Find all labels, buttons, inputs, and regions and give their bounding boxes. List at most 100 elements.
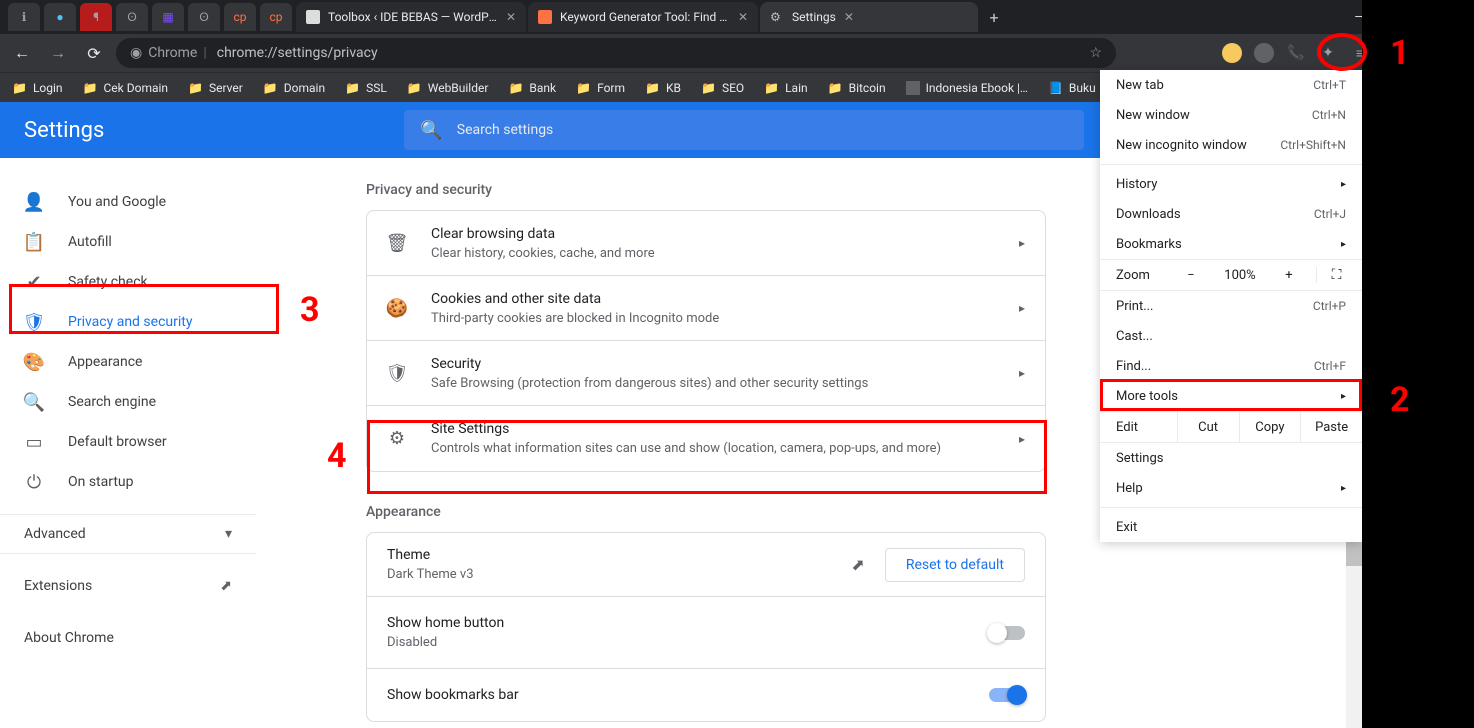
home-button-toggle[interactable] xyxy=(989,626,1025,640)
menu-cut[interactable]: Cut xyxy=(1178,412,1240,442)
browser-tab-active[interactable]: ⚙ Settings ✕ xyxy=(760,2,978,32)
sidebar-item-appearance[interactable]: 🎨Appearance xyxy=(0,342,256,382)
chevron-right-icon: ▸ xyxy=(1341,239,1346,250)
menu-new-tab[interactable]: New tabCtrl+T xyxy=(1100,70,1362,100)
extension-ghostery-icon[interactable] xyxy=(1254,43,1274,63)
bookmarks-bar-toggle[interactable] xyxy=(989,688,1025,702)
menu-history[interactable]: History▸ xyxy=(1100,169,1362,199)
row-security[interactable]: 🛡 SecuritySafe Browsing (protection from… xyxy=(367,341,1045,406)
menu-find[interactable]: Find...Ctrl+F xyxy=(1100,351,1362,381)
chevron-right-icon: ▸ xyxy=(1019,366,1025,380)
favicon xyxy=(538,10,552,24)
row-cookies[interactable]: 🍪 Cookies and other site dataThird-party… xyxy=(367,276,1045,341)
folder-icon: 📁 xyxy=(645,81,660,95)
browser-icon: ▭ xyxy=(24,432,44,453)
bookmark-item[interactable]: 📁WebBuilder xyxy=(407,81,489,95)
pinned-tab[interactable]: ℹ xyxy=(8,3,40,31)
close-icon[interactable]: ✕ xyxy=(844,10,854,24)
sidebar-extensions[interactable]: Extensions⬈ xyxy=(0,566,256,606)
fullscreen-button[interactable]: ⛶ xyxy=(1316,267,1346,283)
row-home-button[interactable]: Show home buttonDisabled xyxy=(367,597,1045,669)
sidebar-item-safety[interactable]: ✔Safety check xyxy=(0,262,256,302)
sidebar-item-default-browser[interactable]: ▭Default browser xyxy=(0,422,256,462)
menu-exit[interactable]: Exit xyxy=(1100,512,1362,542)
forward-button[interactable]: → xyxy=(44,39,72,67)
sidebar-item-search-engine[interactable]: 🔍Search engine xyxy=(0,382,256,422)
bookmark-item[interactable]: 📁SEO xyxy=(701,81,744,95)
menu-copy[interactable]: Copy xyxy=(1240,412,1302,442)
close-icon[interactable]: ✕ xyxy=(738,10,748,24)
pinned-tab[interactable]: ● xyxy=(44,3,76,31)
row-clear-browsing[interactable]: 🗑 Clear browsing dataClear history, cook… xyxy=(367,211,1045,276)
cookie-icon: 🍪 xyxy=(387,298,407,319)
page-icon xyxy=(906,81,920,95)
search-settings-input[interactable] xyxy=(457,122,1069,138)
menu-bookmarks[interactable]: Bookmarks▸ xyxy=(1100,229,1362,259)
menu-new-window[interactable]: New windowCtrl+N xyxy=(1100,100,1362,130)
browser-tab[interactable]: Toolbox ‹ IDE BEBAS — WordPre ✕ xyxy=(296,2,526,32)
sidebar-item-autofill[interactable]: 📋Autofill xyxy=(0,222,256,262)
bookmark-item[interactable]: Indonesia Ebook |… xyxy=(906,81,1028,95)
reload-button[interactable]: ⟳ xyxy=(80,39,108,67)
sidebar-item-you-google[interactable]: 👤You and Google xyxy=(0,182,256,222)
sidebar-about[interactable]: About Chrome xyxy=(0,618,256,658)
bookmark-item[interactable]: 📁SSL xyxy=(345,81,387,95)
back-button[interactable]: ← xyxy=(8,39,36,67)
zoom-out-button[interactable]: − xyxy=(1176,268,1206,283)
search-settings-box[interactable]: 🔍 xyxy=(404,110,1084,150)
pinned-tab[interactable]: ʘ xyxy=(188,3,220,31)
new-tab-button[interactable]: + xyxy=(980,3,1008,31)
bookmark-item[interactable]: 📁Server xyxy=(188,81,243,95)
row-site-settings[interactable]: ⚙ Site SettingsControls what information… xyxy=(367,406,1045,471)
folder-icon: 📁 xyxy=(12,81,27,95)
extension-puzzle-icon[interactable]: ✦ xyxy=(1318,43,1338,63)
zoom-in-button[interactable]: + xyxy=(1274,268,1304,283)
favicon xyxy=(306,10,320,24)
bookmark-item[interactable]: 📁Lain xyxy=(764,81,808,95)
shield-icon: 🛡 xyxy=(24,312,44,333)
external-link-icon[interactable]: ⬈ xyxy=(851,555,864,574)
extension-phone-icon[interactable]: 📞 xyxy=(1286,43,1306,63)
menu-help[interactable]: Help▸ xyxy=(1100,473,1362,503)
pinned-tab[interactable]: ʘ xyxy=(116,3,148,31)
bookmark-item[interactable]: 📘Buku xyxy=(1048,81,1096,95)
bookmark-item[interactable]: 📁Domain xyxy=(263,81,325,95)
row-bookmarks-bar[interactable]: Show bookmarks bar xyxy=(367,669,1045,721)
sidebar-advanced[interactable]: Advanced▾ xyxy=(0,514,256,554)
search-icon: 🔍 xyxy=(24,392,44,413)
pinned-tab[interactable]: ¶ xyxy=(80,3,112,31)
bookmark-item[interactable]: 📁Form xyxy=(576,81,625,95)
sidebar-item-startup[interactable]: ⏻On startup xyxy=(0,462,256,502)
sidebar-item-privacy[interactable]: 🛡Privacy and security xyxy=(0,302,256,342)
row-theme[interactable]: ThemeDark Theme v3 ⬈ Reset to default xyxy=(367,533,1045,597)
section-title-appearance: Appearance xyxy=(366,504,1046,520)
address-bar[interactable]: ◉Chrome| chrome://settings/privacy ☆ xyxy=(116,38,1116,68)
menu-more-tools[interactable]: More tools▸ xyxy=(1100,381,1362,411)
pinned-tab[interactable]: ▦ xyxy=(152,3,184,31)
safety-check-icon: ✔ xyxy=(24,272,44,293)
menu-cast[interactable]: Cast... xyxy=(1100,321,1362,351)
pinned-tab[interactable]: cp xyxy=(224,3,256,31)
chrome-label: Chrome xyxy=(148,45,197,61)
extension-cookie-icon[interactable] xyxy=(1222,43,1242,63)
menu-print[interactable]: Print...Ctrl+P xyxy=(1100,291,1362,321)
bookmark-item[interactable]: 📁Cek Domain xyxy=(83,81,169,95)
folder-icon: 📁 xyxy=(83,81,98,95)
bookmark-item[interactable]: 📁KB xyxy=(645,81,681,95)
menu-downloads[interactable]: DownloadsCtrl+J xyxy=(1100,199,1362,229)
browser-tab[interactable]: Keyword Generator Tool: Find Ke ✕ xyxy=(528,2,758,32)
trash-icon: 🗑 xyxy=(387,233,407,254)
menu-settings[interactable]: Settings xyxy=(1100,443,1362,473)
bookmark-item[interactable]: 📁Login xyxy=(12,81,63,95)
bookmark-item[interactable]: 📁Bitcoin xyxy=(828,81,886,95)
bookmark-item[interactable]: 📁Bank xyxy=(508,81,556,95)
chevron-right-icon: ▸ xyxy=(1019,301,1025,315)
menu-paste[interactable]: Paste xyxy=(1301,412,1362,442)
bookmark-star-icon[interactable]: ☆ xyxy=(1089,45,1102,61)
menu-new-incognito[interactable]: New incognito windowCtrl+Shift+N xyxy=(1100,130,1362,160)
reset-theme-button[interactable]: Reset to default xyxy=(885,548,1025,582)
close-icon[interactable]: ✕ xyxy=(506,10,516,24)
gear-icon: ⚙ xyxy=(770,10,784,24)
pinned-tab[interactable]: cp xyxy=(260,3,292,31)
tab-title: Toolbox ‹ IDE BEBAS — WordPre xyxy=(328,10,498,24)
